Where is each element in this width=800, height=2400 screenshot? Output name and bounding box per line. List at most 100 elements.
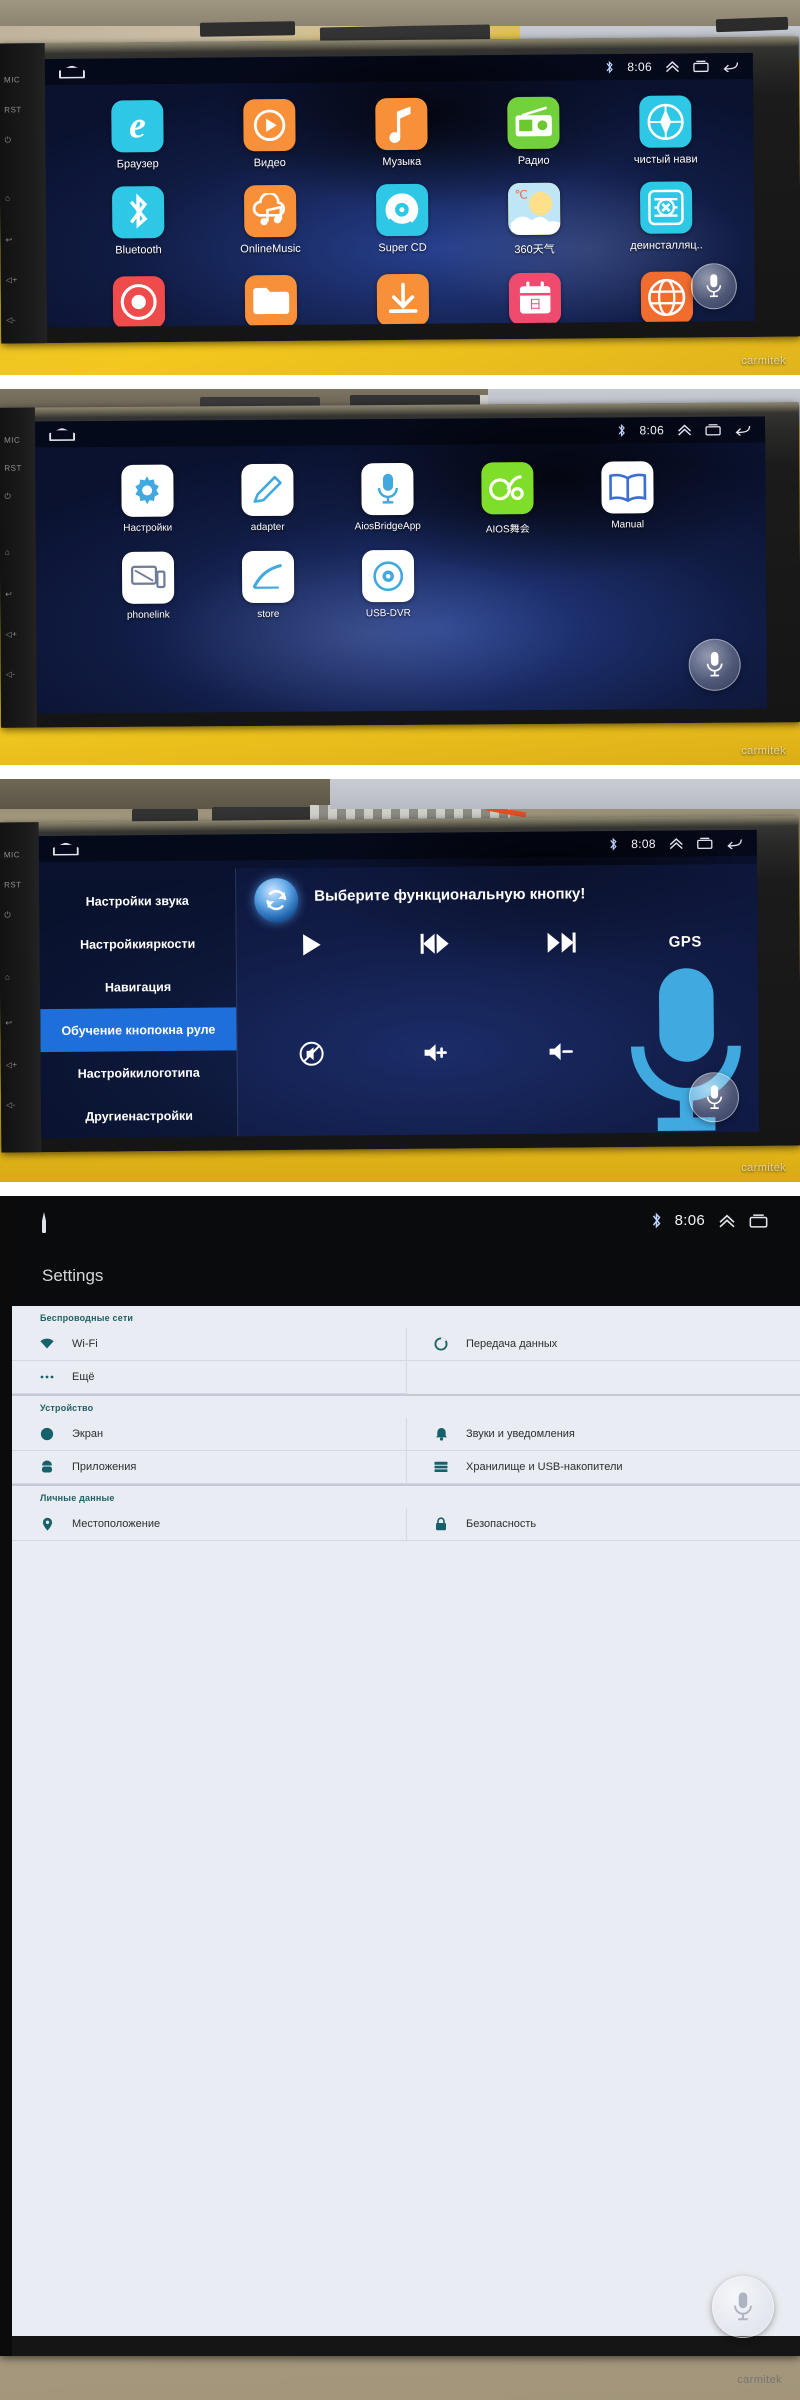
home-icon[interactable] bbox=[59, 65, 85, 78]
radio-icon[interactable] bbox=[507, 96, 560, 150]
home-icon[interactable] bbox=[42, 1212, 46, 1233]
unit-side-buttons-2[interactable]: MIC RST ⏻ ⌂ ↩ ◁+ ◁- bbox=[0, 407, 38, 728]
app-tile[interactable]: adapter bbox=[207, 463, 328, 538]
chevron-up-icon[interactable] bbox=[669, 838, 684, 850]
chevron-up-icon[interactable] bbox=[718, 1214, 736, 1228]
aios-logo-icon[interactable] bbox=[481, 462, 534, 515]
app-tile[interactable]: 日Календарь bbox=[469, 272, 602, 327]
settings-item[interactable]: Местоположение bbox=[12, 1508, 406, 1541]
usb-dvr-camera-icon[interactable] bbox=[361, 549, 415, 603]
app-tile[interactable]: Видео bbox=[203, 98, 336, 170]
app-tile[interactable]: OnlineMusic bbox=[204, 184, 337, 260]
app-grid-1: e Браузер Видео Музыка Радио чистый нави Bluet… bbox=[71, 95, 733, 328]
settings-item-label: Приложения bbox=[72, 1461, 137, 1473]
app-tile[interactable]: Manual bbox=[567, 461, 688, 535]
chevron-up-icon[interactable] bbox=[677, 424, 692, 436]
settings-item-label: Wi-Fi bbox=[72, 1338, 98, 1350]
cd-disc-icon[interactable] bbox=[375, 183, 429, 237]
app-tile[interactable]: Диспетчер ф.. bbox=[205, 274, 338, 328]
app-label: Настройки bbox=[123, 522, 173, 534]
settings-menu-item[interactable]: Настройки логотипа bbox=[41, 1050, 237, 1095]
downloads-icon[interactable] bbox=[376, 273, 430, 327]
chevron-up-icon[interactable] bbox=[665, 61, 680, 73]
phonelink-icon[interactable] bbox=[121, 551, 175, 604]
app-tile[interactable]: Диктофон bbox=[73, 276, 206, 328]
android-screen-1[interactable]: 8:06 e Браузер Видео Музыка Радио чистый нав bbox=[44, 52, 756, 328]
app-tile[interactable]: Настройки bbox=[87, 464, 208, 538]
settings-menu-item[interactable]: Другие настройки bbox=[41, 1093, 237, 1138]
unit-side-buttons-1[interactable]: MIC RST ⏻ ⌂ ↩ ◁+ ◁- bbox=[0, 43, 48, 344]
app-tile[interactable]: phonelink bbox=[88, 551, 208, 621]
recents-icon[interactable] bbox=[705, 424, 721, 436]
home-icon[interactable] bbox=[49, 428, 75, 441]
settings-menu-item[interactable]: Обучение кнопок на руле bbox=[40, 1007, 237, 1053]
app-tile[interactable]: Super CD bbox=[336, 183, 469, 258]
microphone-fab[interactable] bbox=[712, 2276, 774, 2338]
cloud-music-icon[interactable] bbox=[243, 184, 297, 238]
mute-button[interactable] bbox=[249, 959, 375, 1138]
app-tile[interactable]: деинсталляц.. bbox=[600, 181, 733, 256]
back-icon[interactable] bbox=[734, 424, 751, 436]
gps-button[interactable]: GPS bbox=[623, 926, 748, 957]
previous-button[interactable] bbox=[373, 928, 498, 959]
microphone-fab[interactable] bbox=[688, 1072, 740, 1123]
app-tile[interactable]: ℃ 360天气 bbox=[468, 182, 601, 257]
file-manager-icon[interactable] bbox=[244, 274, 298, 328]
app-tile[interactable]: USB-DVR bbox=[328, 549, 448, 620]
app-tile[interactable]: e Браузер bbox=[71, 100, 204, 171]
weather-sun-cloud-icon[interactable]: ℃ bbox=[507, 182, 561, 236]
key-label: GPS bbox=[668, 932, 702, 951]
volume-down-button[interactable] bbox=[498, 957, 624, 1138]
recents-icon[interactable] bbox=[697, 837, 713, 850]
home-icon[interactable] bbox=[53, 842, 79, 855]
app-tile[interactable]: Загрузки bbox=[337, 273, 470, 327]
microphone-icon[interactable] bbox=[361, 462, 414, 516]
internet-explorer-icon[interactable]: e bbox=[111, 100, 164, 153]
back-icon[interactable] bbox=[726, 837, 743, 850]
android-screen-2[interactable]: 8:06 Настройки adapter AiosBridgeApp AIOS舞会… bbox=[34, 416, 768, 714]
app-tile[interactable]: Bluetooth bbox=[72, 186, 205, 261]
app-tile[interactable]: store bbox=[208, 550, 328, 621]
settings-item[interactable]: Хранилище и USB-накопители bbox=[406, 1451, 800, 1484]
navigation-compass-icon[interactable] bbox=[639, 95, 692, 148]
settings-item[interactable]: Приложения bbox=[12, 1451, 406, 1484]
calendar-icon[interactable]: 日 bbox=[508, 272, 562, 326]
microphone-fab[interactable] bbox=[690, 263, 738, 310]
recents-icon[interactable] bbox=[693, 60, 709, 73]
app-label: OnlineMusic bbox=[240, 242, 301, 256]
settings-menu-item[interactable]: Настройки звука bbox=[39, 878, 235, 923]
app-tile[interactable]: Радио bbox=[467, 96, 600, 167]
back-icon[interactable] bbox=[722, 60, 739, 73]
settings-gear-icon[interactable] bbox=[121, 464, 174, 517]
settings-item[interactable]: Передача данных bbox=[406, 1328, 800, 1361]
music-note-icon[interactable] bbox=[375, 97, 428, 151]
voice-recorder-icon[interactable] bbox=[112, 276, 166, 328]
app-tile[interactable]: Музыка bbox=[335, 97, 468, 168]
settings-item[interactable]: Wi-Fi bbox=[12, 1328, 406, 1361]
app-tile[interactable]: AIOS舞会 bbox=[447, 462, 568, 536]
recents-icon[interactable] bbox=[749, 1213, 768, 1228]
volume-up-button[interactable] bbox=[374, 958, 500, 1138]
app-tile[interactable]: чистый нави bbox=[599, 95, 732, 166]
app-tile[interactable]: AiosBridgeApp bbox=[327, 462, 448, 537]
settings-menu-item[interactable]: Настройки яркости bbox=[39, 921, 235, 966]
adapter-pen-icon[interactable] bbox=[241, 463, 294, 517]
settings-item[interactable]: Звуки и уведомления bbox=[406, 1418, 800, 1451]
calculator-globe-icon[interactable] bbox=[640, 271, 694, 324]
settings-item[interactable]: Безопасность bbox=[406, 1508, 800, 1541]
android-screen-3[interactable]: 8:08 Настройки звука Настройки яркости Нав bbox=[38, 829, 760, 1139]
unit-side-buttons-3[interactable]: MIC RST ⏻ ⌂ ↩ ◁+ ◁- bbox=[0, 822, 42, 1153]
bluetooth-icon[interactable] bbox=[111, 186, 165, 239]
video-play-icon[interactable] bbox=[243, 98, 296, 152]
microphone-fab[interactable] bbox=[688, 638, 741, 691]
sync-refresh-icon[interactable] bbox=[254, 877, 299, 923]
settings-menu-item[interactable]: Навигация bbox=[40, 964, 236, 1009]
play-button[interactable] bbox=[249, 929, 374, 960]
manual-book-icon[interactable] bbox=[601, 461, 654, 514]
next-button[interactable] bbox=[498, 927, 623, 958]
settings-item[interactable]: Ещё bbox=[12, 1361, 406, 1394]
uninstall-icon[interactable] bbox=[639, 181, 693, 234]
store-bag-icon[interactable] bbox=[241, 550, 295, 604]
settings-item[interactable]: Экран bbox=[12, 1418, 406, 1451]
android-screen-4[interactable]: 8:06 Settings Беспроводные сети Wi-Fi Ещё П… bbox=[12, 1196, 800, 2336]
